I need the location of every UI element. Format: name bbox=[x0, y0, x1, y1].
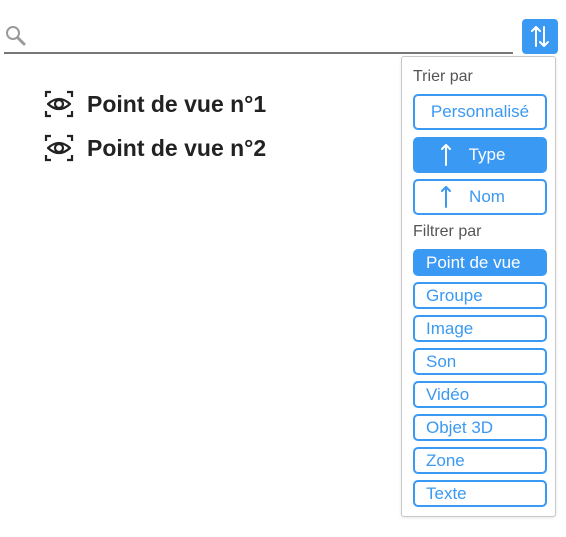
viewpoint-eye-icon bbox=[44, 90, 74, 118]
search-input[interactable] bbox=[32, 22, 502, 50]
viewpoint-label: Point de vue n°1 bbox=[87, 90, 267, 117]
search-underline bbox=[4, 52, 513, 54]
filter-option-sound[interactable]: Son bbox=[413, 348, 547, 375]
list-item[interactable]: Point de vue n°1 bbox=[44, 82, 266, 126]
sort-option-type[interactable]: Type bbox=[413, 137, 547, 173]
filter-option-video[interactable]: Vidéo bbox=[413, 381, 547, 408]
sort-option-label: Nom bbox=[469, 187, 505, 206]
viewpoint-list: Point de vue n°1 Point de vue n°2 bbox=[44, 82, 266, 170]
sort-option-label: Personnalisé bbox=[430, 102, 530, 121]
viewpoint-label: Point de vue n°2 bbox=[87, 134, 267, 161]
list-item[interactable]: Point de vue n°2 bbox=[44, 126, 266, 170]
sort-section-title: Trier par bbox=[413, 68, 473, 85]
page: Point de vue n°1 Point de vue n°2 Trier … bbox=[0, 0, 566, 537]
filter-option-text[interactable]: Texte bbox=[413, 480, 547, 507]
filter-section-title: Filtrer par bbox=[413, 223, 482, 240]
sort-option-label: Type bbox=[468, 145, 506, 164]
filter-option-zone[interactable]: Zone bbox=[413, 447, 547, 474]
sort-option-name[interactable]: Nom bbox=[413, 179, 547, 215]
viewpoint-eye-icon bbox=[44, 134, 74, 162]
arrow-up-icon bbox=[440, 144, 451, 166]
filter-option-viewpoint[interactable]: Point de vue bbox=[413, 249, 547, 276]
filter-option-group[interactable]: Groupe bbox=[413, 282, 547, 309]
arrow-up-icon bbox=[441, 186, 452, 208]
sort-filter-panel: Trier par Personnalisé Type Nom Filtrer … bbox=[401, 56, 556, 517]
sort-option-custom[interactable]: Personnalisé bbox=[413, 94, 547, 130]
filter-option-image[interactable]: Image bbox=[413, 315, 547, 342]
sort-toggle-button[interactable] bbox=[522, 19, 558, 54]
sort-arrows-icon bbox=[531, 26, 549, 47]
filter-option-3d-object[interactable]: Objet 3D bbox=[413, 414, 547, 441]
search-icon bbox=[6, 26, 26, 46]
